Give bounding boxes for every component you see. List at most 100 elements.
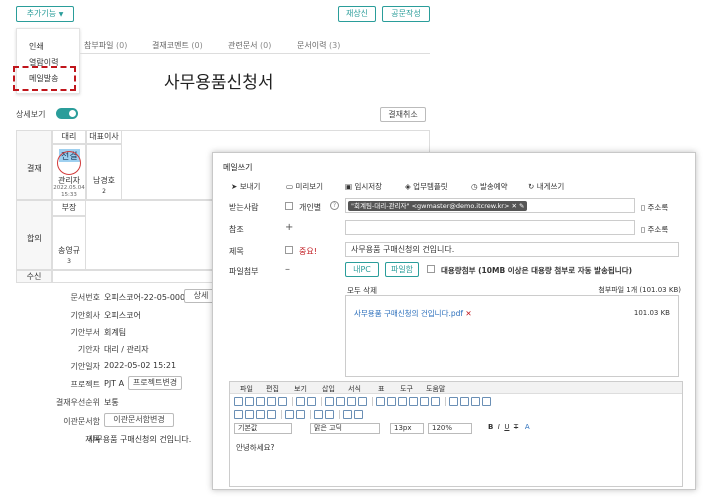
search-icon[interactable] [471, 397, 480, 406]
approval-stamp-circle [57, 151, 81, 175]
table-insert-icon[interactable] [343, 410, 352, 419]
publish-button[interactable]: 공문작성 [382, 6, 430, 22]
paste-icon[interactable] [347, 397, 356, 406]
menu-insert[interactable]: 삽입 [322, 384, 335, 394]
subject-input[interactable]: 사무용품 구매신청의 건입니다. [345, 242, 679, 257]
font-color-icon[interactable]: A [525, 423, 530, 431]
hr-icon[interactable] [409, 397, 418, 406]
strike-icon[interactable]: T [514, 423, 518, 431]
zoom-select[interactable]: 120% [428, 423, 472, 434]
attach-file-name[interactable]: 사무용품 구매신청의 건입니다.pdf ✕ [354, 308, 472, 319]
approval-col1-title: 대리 [52, 130, 86, 144]
paste-text-icon[interactable] [358, 397, 367, 406]
send-to-self-button[interactable]: ↻ 내게쓰기 [528, 181, 564, 192]
table-icon[interactable] [398, 397, 407, 406]
bullet-list-icon[interactable] [285, 410, 294, 419]
menu-file[interactable]: 파일 [240, 384, 253, 394]
remove-file-icon[interactable]: ✕ [465, 309, 471, 318]
to-addressbook-button[interactable]: ▯ 주소록 [641, 202, 668, 213]
cc-addressbook-button[interactable]: ▯ 주소록 [641, 224, 668, 235]
menu-edit[interactable]: 편집 [266, 384, 279, 394]
schedule-send-button[interactable]: ◷ 발송예약 [471, 181, 508, 192]
approval-col1-sign: 전결 관리자 2022.05.04 15:33 [52, 144, 86, 200]
special-char-icon[interactable] [420, 397, 429, 406]
open-icon[interactable] [245, 397, 254, 406]
preview-button[interactable]: ▭ 미리보기 [286, 181, 323, 192]
menu-view[interactable]: 보기 [294, 384, 307, 394]
project-change-button[interactable]: 프로젝트변경 [128, 376, 182, 390]
transfer-change-button[interactable]: 이관문서함변경 [104, 413, 174, 427]
info-label-project: 프로젝트 [70, 380, 100, 389]
menu-tools[interactable]: 도구 [400, 384, 413, 394]
mypc-button[interactable]: 내PC [345, 262, 379, 277]
important-checkbox[interactable] [285, 246, 293, 254]
more-features-button[interactable]: 추가기능 ▼ [16, 6, 74, 22]
menu-format[interactable]: 서식 [348, 384, 361, 394]
align-left-icon[interactable] [234, 410, 243, 419]
cc-add-icon[interactable]: + [285, 222, 293, 233]
approval-col1-time: 15:33 [61, 192, 77, 198]
approval-col1-date: 2022.05.04 [53, 185, 85, 191]
bulk-attach-checkbox[interactable] [427, 265, 435, 273]
send-button[interactable]: ➤ 보내기 [231, 181, 260, 192]
filebox-button[interactable]: 파일함 [385, 262, 419, 277]
attach-collapse-icon[interactable]: – [285, 264, 290, 275]
recipient-chip[interactable]: "회계팀-대리-관리자" <gwmaster@demo.itcrew.kr> ✕… [348, 201, 528, 211]
redo-icon[interactable] [307, 397, 316, 406]
numbered-list-icon[interactable] [296, 410, 305, 419]
new-doc-icon[interactable] [234, 397, 243, 406]
agree-row-label: 합의 [27, 234, 42, 243]
redraft-button[interactable]: 재상신 [338, 6, 376, 22]
template-button[interactable]: ◈ 업무템플릿 [405, 181, 448, 192]
remove-icon[interactable]: ✕ [511, 202, 516, 210]
agree-title: 부장 [52, 200, 86, 216]
tab-comments[interactable]: 결재코멘트 (0) [152, 40, 203, 51]
font-select[interactable]: 맑은 고딕 [310, 423, 380, 434]
image-icon[interactable] [376, 397, 385, 406]
detail-view-toggle[interactable] [56, 108, 78, 119]
personal-checkbox[interactable] [285, 202, 293, 210]
save-icon[interactable] [256, 397, 265, 406]
cc-input[interactable] [345, 220, 635, 235]
attach-file-size: 101.03 KB [633, 309, 670, 317]
fullscreen-icon[interactable] [460, 397, 469, 406]
menu-help[interactable]: 도움말 [426, 384, 445, 394]
emoji-icon[interactable] [431, 397, 440, 406]
to-input[interactable]: "회계팀-대리-관리자" <gwmaster@demo.itcrew.kr> ✕… [345, 198, 635, 213]
edit-icon[interactable]: ✎ [519, 202, 524, 210]
tab-doc-history[interactable]: 문서이력 (3) [297, 40, 340, 51]
editor-body[interactable]: 안녕하세요? [236, 442, 274, 453]
outdent-icon[interactable] [314, 410, 323, 419]
underline-icon[interactable]: U [504, 423, 509, 431]
save-draft-button[interactable]: ▣ 임시저장 [345, 181, 382, 192]
align-center-icon[interactable] [245, 410, 254, 419]
cut-icon[interactable] [325, 397, 334, 406]
justify-icon[interactable] [267, 410, 276, 419]
agree-row-label-cell: 합의 [16, 200, 52, 270]
size-select[interactable]: 13px [390, 423, 424, 434]
info-label-company: 기안회사 [70, 311, 100, 320]
info-label-transfer: 이관문서함 [63, 417, 100, 426]
source-icon[interactable] [449, 397, 458, 406]
tab-related-docs[interactable]: 관련문서 (0) [228, 40, 271, 51]
style-select[interactable]: 기본값 [234, 423, 292, 434]
table-props-icon[interactable] [354, 410, 363, 419]
accessibility-icon[interactable] [482, 397, 491, 406]
tab-attachments[interactable]: 참부파일 (0) [84, 40, 127, 51]
align-right-icon[interactable] [256, 410, 265, 419]
link-icon[interactable] [387, 397, 396, 406]
indent-icon[interactable] [325, 410, 334, 419]
italic-icon[interactable]: I [498, 423, 500, 431]
monitor-icon: ▭ [286, 182, 294, 191]
format-buttons: B I U T A [488, 423, 530, 431]
menu-item-print[interactable]: 인쇄 [29, 41, 44, 52]
copy-icon[interactable] [336, 397, 345, 406]
approval-cancel-button[interactable]: 결재취소 [380, 107, 426, 122]
preview-icon[interactable] [278, 397, 287, 406]
agree-num: 3 [67, 258, 71, 265]
undo-icon[interactable] [296, 397, 305, 406]
refresh-icon: ↻ [528, 182, 535, 191]
print-icon[interactable] [267, 397, 276, 406]
menu-table[interactable]: 표 [378, 384, 384, 394]
bold-icon[interactable]: B [488, 423, 493, 431]
